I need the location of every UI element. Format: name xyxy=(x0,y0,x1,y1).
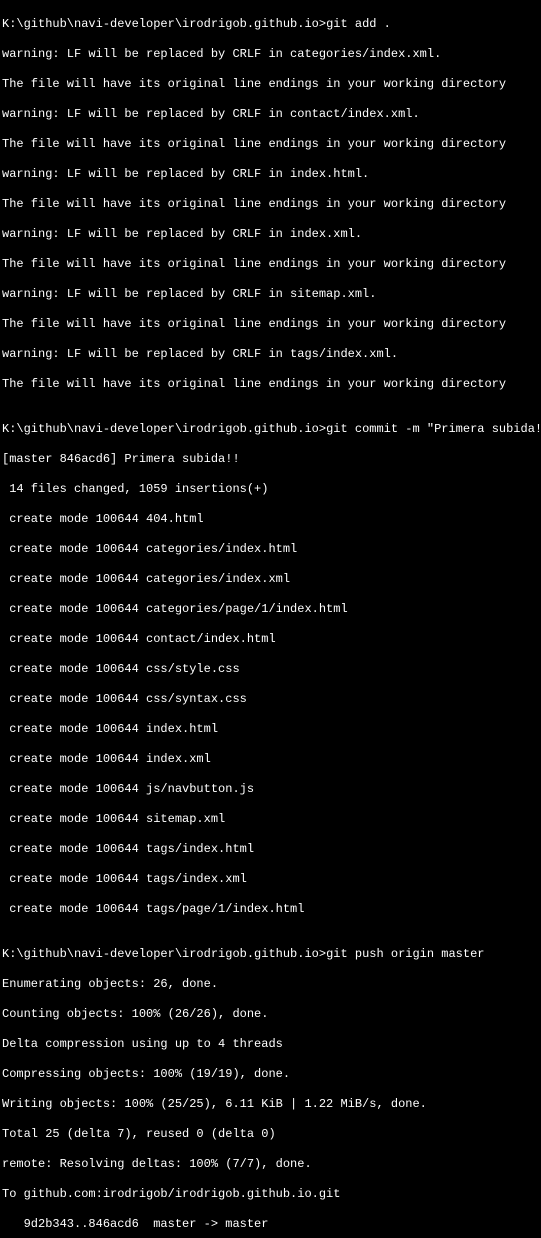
warning-keep-line: The file will have its original line end… xyxy=(2,77,539,92)
commit-create-line: create mode 100644 tags/page/1/index.htm… xyxy=(2,902,539,917)
warning-keep-line: The file will have its original line end… xyxy=(2,257,539,272)
prompt-path: K:\github\navi-developer\irodrigob.githu… xyxy=(2,422,326,436)
warning-line: warning: LF will be replaced by CRLF in … xyxy=(2,47,539,62)
terminal-output[interactable]: K:\github\navi-developer\irodrigob.githu… xyxy=(0,0,541,1238)
commit-create-line: create mode 100644 404.html xyxy=(2,512,539,527)
push-line: Total 25 (delta 7), reused 0 (delta 0) xyxy=(2,1127,539,1142)
command: git add . xyxy=(326,17,391,31)
warning-line: warning: LF will be replaced by CRLF in … xyxy=(2,167,539,182)
prompt-line: K:\github\navi-developer\irodrigob.githu… xyxy=(2,947,539,962)
push-line: Counting objects: 100% (26/26), done. xyxy=(2,1007,539,1022)
warning-line: warning: LF will be replaced by CRLF in … xyxy=(2,107,539,122)
warning-line: warning: LF will be replaced by CRLF in … xyxy=(2,287,539,302)
warning-line: warning: LF will be replaced by CRLF in … xyxy=(2,227,539,242)
push-line: To github.com:irodrigob/irodrigob.github… xyxy=(2,1187,539,1202)
commit-create-line: create mode 100644 categories/index.html xyxy=(2,542,539,557)
prompt-line: K:\github\navi-developer\irodrigob.githu… xyxy=(2,17,539,32)
warning-line: warning: LF will be replaced by CRLF in … xyxy=(2,347,539,362)
push-line: Enumerating objects: 26, done. xyxy=(2,977,539,992)
commit-create-line: create mode 100644 css/syntax.css xyxy=(2,692,539,707)
prompt-line: K:\github\navi-developer\irodrigob.githu… xyxy=(2,422,539,437)
commit-create-line: create mode 100644 sitemap.xml xyxy=(2,812,539,827)
commit-create-line: create mode 100644 js/navbutton.js xyxy=(2,782,539,797)
commit-header: [master 846acd6] Primera subida!! xyxy=(2,452,539,467)
command: git commit -m "Primera subida!!" xyxy=(326,422,541,436)
push-line: 9d2b343..846acd6 master -> master xyxy=(2,1217,539,1232)
prompt-path: K:\github\navi-developer\irodrigob.githu… xyxy=(2,947,326,961)
push-line: remote: Resolving deltas: 100% (7/7), do… xyxy=(2,1157,539,1172)
commit-create-line: create mode 100644 categories/page/1/ind… xyxy=(2,602,539,617)
commit-create-line: create mode 100644 css/style.css xyxy=(2,662,539,677)
commit-create-line: create mode 100644 categories/index.xml xyxy=(2,572,539,587)
warning-keep-line: The file will have its original line end… xyxy=(2,317,539,332)
commit-create-line: create mode 100644 index.xml xyxy=(2,752,539,767)
commit-create-line: create mode 100644 tags/index.html xyxy=(2,842,539,857)
prompt-path: K:\github\navi-developer\irodrigob.githu… xyxy=(2,17,326,31)
command: git push origin master xyxy=(326,947,484,961)
push-line: Writing objects: 100% (25/25), 6.11 KiB … xyxy=(2,1097,539,1112)
commit-stats: 14 files changed, 1059 insertions(+) xyxy=(2,482,539,497)
warning-keep-line: The file will have its original line end… xyxy=(2,377,539,392)
commit-create-line: create mode 100644 tags/index.xml xyxy=(2,872,539,887)
commit-create-line: create mode 100644 index.html xyxy=(2,722,539,737)
push-line: Delta compression using up to 4 threads xyxy=(2,1037,539,1052)
commit-create-line: create mode 100644 contact/index.html xyxy=(2,632,539,647)
warning-keep-line: The file will have its original line end… xyxy=(2,137,539,152)
push-line: Compressing objects: 100% (19/19), done. xyxy=(2,1067,539,1082)
warning-keep-line: The file will have its original line end… xyxy=(2,197,539,212)
